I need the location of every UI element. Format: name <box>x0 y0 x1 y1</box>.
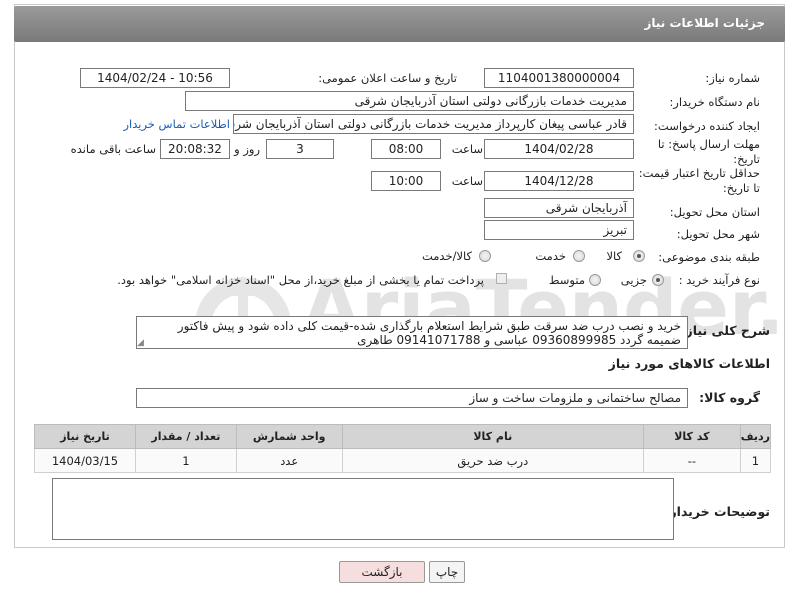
reply-days-field[interactable]: 3 <box>266 139 334 159</box>
treasury-payment-checkbox[interactable] <box>496 273 507 284</box>
category-option-service: خدمت <box>535 249 566 263</box>
col-unit: واحد شمارش <box>235 424 343 449</box>
cell-item-code: -- <box>642 448 741 473</box>
price-validity-label: حداقل تاریخ اعتبار قیمت: تا تاریخ: <box>638 166 760 195</box>
cell-row-number: 1 <box>739 448 772 473</box>
need-number-label: شماره نیاز: <box>705 71 760 85</box>
reply-deadline-time-field[interactable]: 08:00 <box>371 139 441 159</box>
print-button[interactable]: چاپ <box>429 561 465 583</box>
need-number-field[interactable]: 1104001380000004 <box>484 68 634 88</box>
category-option-goods: کالا <box>606 249 622 263</box>
purchase-process-label: نوع فرآیند خرید : <box>678 273 760 287</box>
delivery-city-field[interactable]: تبریز <box>484 220 634 240</box>
goods-group-field[interactable]: مصالح ساختمانی و ملزومات ساخت و ساز <box>136 388 688 408</box>
goods-table-header: ردیف کد کالا نام کالا واحد شمارش تعداد /… <box>34 424 772 449</box>
category-option-goods-service: کالا/خدمت <box>421 249 472 263</box>
price-validity-date-field[interactable]: 1404/12/28 <box>484 171 634 191</box>
goods-group-label: گروه کالا: <box>699 390 760 405</box>
remaining-time-label: ساعت باقی مانده <box>70 142 156 156</box>
delivery-province-field[interactable]: آذربایجان شرقی <box>484 198 634 218</box>
cell-unit: عدد <box>235 448 343 473</box>
buyer-notes-label: توضیحات خریدار: <box>664 504 770 519</box>
price-validity-time-field[interactable]: 10:00 <box>371 171 441 191</box>
title-bar: جزئیات اطلاعات نیاز <box>14 6 785 42</box>
col-row-number: ردیف <box>739 424 772 449</box>
announce-datetime-label: تاریخ و ساعت اعلان عمومی: <box>318 71 457 85</box>
delivery-city-label: شهر محل تحویل: <box>676 227 760 241</box>
buyer-org-field[interactable]: مدیریت خدمات بازرگانی دولتی استان آذربای… <box>185 91 634 111</box>
price-validity-time-label: ساعت <box>451 174 483 188</box>
delivery-province-label: استان محل تحویل: <box>669 205 760 219</box>
description-textarea[interactable]: خرید و نصب درب ضد سرقت طبق شرایط استعلام… <box>136 316 688 349</box>
buyer-org-label: نام دستگاه خریدار: <box>669 95 760 109</box>
reply-deadline-time-label: ساعت <box>451 142 483 156</box>
process-radio-medium[interactable] <box>589 274 601 286</box>
col-item-code: کد کالا <box>642 424 741 449</box>
category-radio-goods[interactable] <box>633 250 645 262</box>
col-item-name: نام کالا <box>341 424 644 449</box>
table-row: 1 -- درب ضد حریق عدد 1 1404/03/15 <box>34 448 772 473</box>
process-radio-minor[interactable] <box>652 274 664 286</box>
remaining-time-field[interactable]: 20:08:32 <box>160 139 230 159</box>
resize-grip-icon[interactable]: ◢ <box>137 338 144 348</box>
col-need-date: تاریخ نیاز <box>34 424 136 449</box>
category-radio-service[interactable] <box>573 250 585 262</box>
page-title: جزئیات اطلاعات نیاز <box>644 16 765 30</box>
buyer-contact-link[interactable]: اطلاعات تماس خریدار <box>123 117 230 131</box>
announce-datetime-field[interactable]: 1404/02/24 - 10:56 <box>80 68 230 88</box>
goods-section-title: اطلاعات کالاهای مورد نیاز <box>608 356 770 371</box>
process-option-minor: جزیی <box>620 273 647 287</box>
cell-quantity: 1 <box>134 448 237 473</box>
category-label: طبقه بندی موضوعی: <box>658 250 760 264</box>
category-radio-goods-service[interactable] <box>479 250 491 262</box>
requester-field[interactable]: قادر عباسی پیغان کارپرداز مدیریت خدمات ب… <box>233 114 634 134</box>
back-button[interactable]: بازگشت <box>339 561 425 583</box>
goods-table: ردیف کد کالا نام کالا واحد شمارش تعداد /… <box>34 424 772 473</box>
requester-label: ایجاد کننده درخواست: <box>654 119 760 133</box>
process-option-medium: متوسط <box>548 273 585 287</box>
cell-need-date: 1404/03/15 <box>34 448 136 473</box>
cell-item-name: درب ضد حریق <box>341 448 644 473</box>
reply-deadline-date-field[interactable]: 1404/02/28 <box>484 139 634 159</box>
treasury-payment-note: پرداخت تمام یا بخشی از مبلغ خرید،از محل … <box>117 273 484 287</box>
reply-deadline-label: مهلت ارسال پاسخ: تا تاریخ: <box>657 137 760 166</box>
reply-days-label: روز و <box>234 142 260 156</box>
col-quantity: تعداد / مقدار <box>134 424 237 449</box>
buyer-notes-textarea[interactable] <box>52 478 674 540</box>
description-label: شرح کلی نیاز: <box>680 323 770 338</box>
